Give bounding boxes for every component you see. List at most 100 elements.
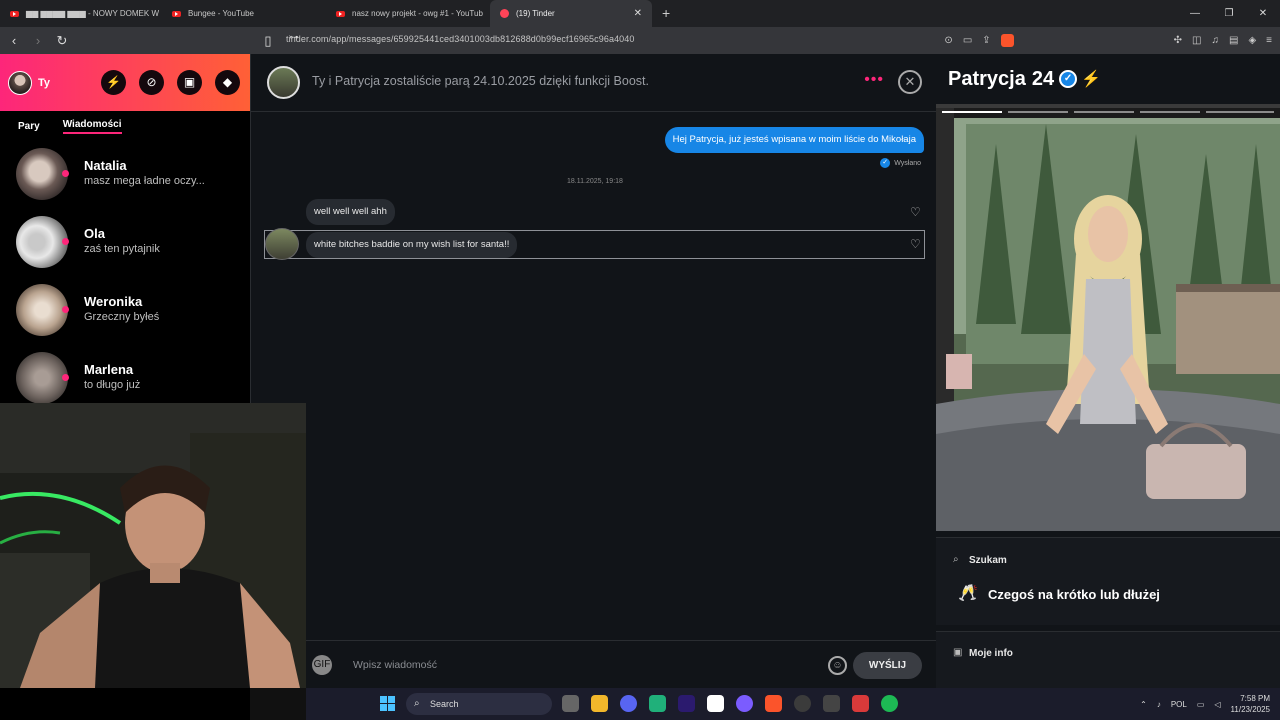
unread-dot bbox=[62, 306, 69, 313]
back-icon[interactable]: ‹ bbox=[4, 33, 24, 48]
spotify-icon[interactable] bbox=[881, 695, 898, 712]
taskbar-apps bbox=[562, 695, 898, 712]
message-status: ✓ Wysłano bbox=[880, 158, 921, 168]
my-info-label: Moje info bbox=[969, 648, 1013, 659]
avatar[interactable] bbox=[267, 66, 300, 99]
avatar bbox=[265, 228, 299, 260]
address-bar: ‹ › ↻ ▯ ⊶ tinder.com/app/messages/659925… bbox=[0, 27, 1280, 54]
more-options-icon[interactable]: ••• bbox=[864, 71, 884, 89]
photo-indicator[interactable] bbox=[1008, 111, 1068, 113]
terminal-icon[interactable] bbox=[823, 695, 840, 712]
sidebar-header: Ty ⚡ ⊘ ▣ ◆ bbox=[0, 54, 250, 111]
youtube-icon bbox=[10, 10, 19, 17]
send-button[interactable]: WYŚLIJ bbox=[853, 652, 922, 679]
taskbar-search[interactable]: ⌕ Search bbox=[406, 693, 552, 715]
conversation-item[interactable]: Ola zaś ten pytajnik bbox=[0, 209, 250, 277]
reading-list-icon[interactable]: ▤ bbox=[1229, 35, 1238, 46]
file-explorer-icon[interactable] bbox=[591, 695, 608, 712]
system-tray: ⌃ ♪ POL ▭ ◁ 7:58 PM 11/23/2025 bbox=[1140, 688, 1270, 720]
wallet-icon[interactable]: ◈ bbox=[1248, 35, 1256, 46]
profile-header: Patrycja 24 ✓ ⚡ bbox=[936, 54, 1280, 104]
message-composer: GIF Wpisz wiadomość ☺ WYŚLIJ bbox=[306, 640, 937, 688]
network-icon[interactable]: ▭ bbox=[1197, 700, 1205, 709]
extensions-icon[interactable]: ✣ bbox=[1174, 35, 1182, 46]
discord-icon[interactable] bbox=[620, 695, 637, 712]
cast-icon[interactable]: ▭ bbox=[963, 35, 972, 46]
close-tab-icon[interactable]: ✕ bbox=[634, 8, 642, 19]
reload-icon[interactable]: ↻ bbox=[52, 33, 72, 49]
bookmark-icon[interactable]: ▯ bbox=[258, 33, 278, 49]
youtube-icon bbox=[336, 10, 345, 17]
conversation-item[interactable]: Natalia masz mega ładne oczy... bbox=[0, 141, 250, 209]
microphone-icon[interactable]: ♪ bbox=[1157, 700, 1161, 709]
chevron-up-icon[interactable]: ⌃ bbox=[1140, 700, 1147, 709]
profile-photo[interactable] bbox=[936, 104, 1280, 531]
language-indicator[interactable]: POL bbox=[1171, 700, 1187, 709]
clock[interactable]: 7:58 PM 11/23/2025 bbox=[1231, 693, 1270, 715]
obs-icon[interactable] bbox=[794, 695, 811, 712]
browser-tab[interactable]: ▆▆ ▆▆▆▆ ▆▆▆ - NOWY DOMEK W bbox=[0, 0, 162, 27]
app-icon[interactable] bbox=[736, 695, 753, 712]
shield-icon[interactable]: ◆ bbox=[215, 70, 240, 95]
boost-icon[interactable]: ⚡ bbox=[101, 70, 126, 95]
url-field[interactable]: tinder.com/app/messages/659925441ced3401… bbox=[286, 34, 635, 44]
volume-icon[interactable]: ◁ bbox=[1214, 700, 1220, 709]
user-name[interactable]: Ty bbox=[38, 77, 50, 89]
explore-icon[interactable]: ⊘ bbox=[139, 70, 164, 95]
browser-tab[interactable]: Bungee - YouTube bbox=[162, 0, 326, 27]
tab-title: Bungee - YouTube bbox=[188, 9, 254, 18]
emoji-icon[interactable]: ☺ bbox=[828, 656, 847, 675]
browser-tab-active[interactable]: (19) Tinder ✕ bbox=[490, 0, 652, 27]
close-window-icon[interactable]: ✕ bbox=[1246, 0, 1280, 27]
browser-toolbar: ⊙ ▭ ⇪ ✣ ◫ ♫ ▤ ◈ ≡ bbox=[944, 27, 1272, 54]
forward-icon[interactable]: › bbox=[28, 33, 48, 48]
search-icon: ⌕ bbox=[414, 698, 420, 709]
start-button[interactable] bbox=[380, 696, 396, 712]
message-input[interactable]: Wpisz wiadomość bbox=[353, 659, 437, 671]
unread-dot bbox=[62, 238, 69, 245]
like-heart-icon[interactable]: ♡ bbox=[910, 237, 921, 251]
match-name: Marlena bbox=[84, 362, 134, 377]
media-icon[interactable]: ♫ bbox=[1212, 35, 1220, 46]
briefcase-icon[interactable]: ▣ bbox=[177, 70, 202, 95]
tab-matches[interactable]: Pary bbox=[18, 121, 40, 132]
chat-panel: Ty i Patrycja zostaliście parą 24.10.202… bbox=[250, 54, 937, 688]
status-text: Wysłano bbox=[894, 159, 921, 167]
app-icon[interactable] bbox=[852, 695, 869, 712]
tab-messages[interactable]: Wiadomości bbox=[62, 119, 122, 134]
photo-indicator[interactable] bbox=[1074, 111, 1134, 113]
date: 11/23/2025 bbox=[1230, 705, 1270, 714]
browser-tab[interactable]: nasz nowy projekt - owg #1 - YouTub bbox=[326, 0, 490, 27]
task-view-icon[interactable] bbox=[562, 695, 579, 712]
brave-shield-icon[interactable] bbox=[1000, 34, 1014, 47]
message-timestamp: 18.11.2025, 19:18 bbox=[567, 178, 623, 185]
sidebar-icon[interactable]: ◫ bbox=[1192, 35, 1201, 46]
like-heart-icon[interactable]: ♡ bbox=[910, 205, 921, 219]
photo-indicator[interactable] bbox=[1206, 111, 1274, 113]
last-message: zaś ten pytajnik bbox=[84, 243, 160, 255]
tab-title: nasz nowy projekt - owg #1 - YouTub bbox=[352, 9, 483, 18]
photo-indicator[interactable] bbox=[1140, 111, 1200, 113]
brave-icon[interactable] bbox=[765, 695, 782, 712]
capcut-icon[interactable] bbox=[707, 695, 724, 712]
avatar[interactable] bbox=[8, 70, 32, 95]
taskbar: ⌕ Search ⌃ ♪ POL ▭ ◁ 7:58 PM 11/23/2025 bbox=[306, 688, 1280, 720]
avatar bbox=[16, 216, 68, 268]
gif-button[interactable]: GIF bbox=[312, 654, 332, 675]
match-name: Weronika bbox=[84, 294, 143, 309]
menu-icon[interactable]: ≡ bbox=[1266, 35, 1272, 46]
pycharm-icon[interactable] bbox=[649, 695, 666, 712]
restore-icon[interactable]: ❐ bbox=[1212, 0, 1246, 27]
premiere-icon[interactable] bbox=[678, 695, 695, 712]
close-chat-icon[interactable]: ✕ bbox=[898, 70, 922, 94]
my-info-card: ▣ Moje info bbox=[936, 631, 1280, 688]
new-tab-button[interactable]: + bbox=[662, 5, 670, 21]
conversation-item[interactable]: Weronika Grzeczny byłeś bbox=[0, 277, 250, 345]
last-message: to długo już bbox=[84, 379, 141, 391]
share-icon[interactable]: ⇪ bbox=[982, 35, 990, 46]
location-icon[interactable]: ⊙ bbox=[944, 35, 952, 46]
champagne-icon: 🥂 bbox=[958, 585, 978, 602]
match-info-text: Ty i Patrycja zostaliście parą 24.10.202… bbox=[312, 74, 649, 88]
photo-indicator[interactable] bbox=[942, 111, 1002, 113]
minimize-icon[interactable]: — bbox=[1178, 0, 1212, 27]
